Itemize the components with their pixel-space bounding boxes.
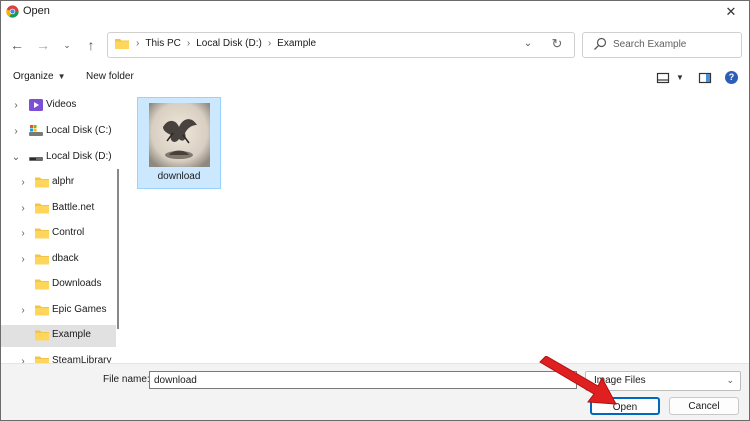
chevron-right-icon[interactable]: › [17,254,29,266]
folder-icon [115,39,129,49]
forward-arrow-icon[interactable]: → [33,35,53,55]
preview-pane-icon[interactable] [698,70,712,86]
tree-label: Local Disk (C:) [46,125,112,136]
tree-item-alphr[interactable]: › alphr [1,172,116,194]
folder-icon [35,254,49,265]
drive-c-icon [29,125,43,136]
view-dropdown-icon[interactable]: ▼ [676,72,684,83]
folder-icon [35,177,49,188]
new-folder-button[interactable]: New folder [86,71,134,82]
file-name-label: File name: [103,374,150,385]
navigation-pane: › Videos › Local Disk (C:) ⌄ Local Disk … [1,91,121,363]
tree-label: Control [52,227,85,238]
cancel-button[interactable]: Cancel [669,397,739,415]
window-title: Open [23,5,50,17]
image-thumbnail [149,103,210,167]
tree-label: SteamLibrary [52,355,112,363]
chevron-right-icon[interactable]: › [17,305,29,317]
tree-item-epic-games[interactable]: › Epic Games [1,300,116,322]
tree-label: Local Disk (D:) [46,151,112,162]
search-box[interactable] [582,32,742,58]
view-layout-icon[interactable] [656,70,670,86]
address-bar[interactable]: › This PC › Local Disk (D:) › Example ⌄ … [107,32,575,58]
chevron-right-icon[interactable]: › [136,38,139,49]
folder-icon [35,305,49,316]
tree-label: Example [52,329,91,340]
close-button[interactable]: ✕ [719,2,743,22]
drive-d-icon [29,157,43,161]
title-bar: Open ✕ [1,1,749,23]
chevron-right-icon[interactable]: › [17,356,29,363]
recent-locations-chevron-icon[interactable]: ⌄ [57,35,77,55]
chevron-right-icon[interactable]: › [10,126,22,138]
tree-item-dback[interactable]: › dback [1,249,116,271]
folder-icon [35,330,49,341]
organize-label: Organize [13,71,54,82]
folder-icon [35,228,49,239]
tree-item-downloads[interactable]: Downloads [1,274,116,296]
up-arrow-icon[interactable]: ↑ [81,35,101,55]
tree-label: Epic Games [52,304,107,315]
breadcrumb: › This PC › Local Disk (D:) › Example [136,38,316,49]
tree-item-example[interactable]: Example [1,325,116,347]
tree-item-battle-net[interactable]: › Battle.net [1,198,116,220]
chevron-down-icon: ▼ [57,72,66,81]
folder-icon [35,279,49,290]
folder-icon [35,203,49,214]
file-name-field[interactable] [149,371,577,389]
breadcrumb-this-pc[interactable]: This PC [145,38,181,49]
folder-icon [35,356,49,363]
breadcrumb-local-disk-d[interactable]: Local Disk (D:) [196,38,262,49]
file-tile[interactable]: download [137,97,221,189]
organize-button[interactable]: Organize ▼ [13,71,66,82]
chevron-right-icon[interactable]: › [268,38,271,49]
navigation-row: ← → ⌄ ↑ › This PC › Local Disk (D:) › Ex… [1,23,749,67]
tree-item-videos[interactable]: › Videos [1,95,116,117]
tree-label: Downloads [52,278,102,289]
help-icon[interactable]: ? [725,71,738,84]
tree-item-control[interactable]: › Control [1,223,116,245]
tree-item-local-disk-c[interactable]: › Local Disk (C:) [1,121,116,143]
tree-item-local-disk-d[interactable]: ⌄ Local Disk (D:) [1,147,116,169]
open-button[interactable]: Open [590,397,660,415]
chevron-right-icon[interactable]: › [17,177,29,189]
chevron-right-icon[interactable]: › [17,228,29,240]
back-arrow-icon[interactable]: ← [7,35,27,55]
file-list: download [123,91,749,363]
breadcrumb-example[interactable]: Example [277,38,316,49]
videos-icon [29,99,43,111]
address-dropdown-icon[interactable]: ⌄ [520,36,536,52]
file-type-value: Image Files [594,375,646,386]
file-name-label: download [157,171,201,182]
tree-label: dback [52,253,79,264]
tree-item-steamlibrary[interactable]: › SteamLibrary [1,351,116,363]
tree-label: alphr [52,176,75,187]
chevron-right-icon[interactable]: › [10,100,22,112]
search-icon [594,37,607,50]
refresh-icon[interactable]: ↻ [548,35,566,53]
chevron-right-icon[interactable]: › [187,38,190,49]
command-bar: Organize ▼ New folder ▼ ? [1,67,749,89]
bottom-panel: File name: Image Files ⌄ Open Cancel [1,363,749,420]
tree-label: Battle.net [52,202,95,213]
search-input[interactable] [613,36,733,52]
chevron-down-icon[interactable]: ⌄ [10,152,22,164]
nav-pane-scrollbar[interactable] [117,169,119,329]
file-type-select[interactable]: Image Files ⌄ [585,371,741,391]
chevron-down-icon: ⌄ [726,375,734,385]
chevron-right-icon[interactable]: › [17,203,29,215]
chrome-icon [6,5,19,18]
tree-label: Videos [46,99,77,110]
open-dialog: Open ✕ ← → ⌄ ↑ › This PC › Local Disk (D… [0,0,750,421]
